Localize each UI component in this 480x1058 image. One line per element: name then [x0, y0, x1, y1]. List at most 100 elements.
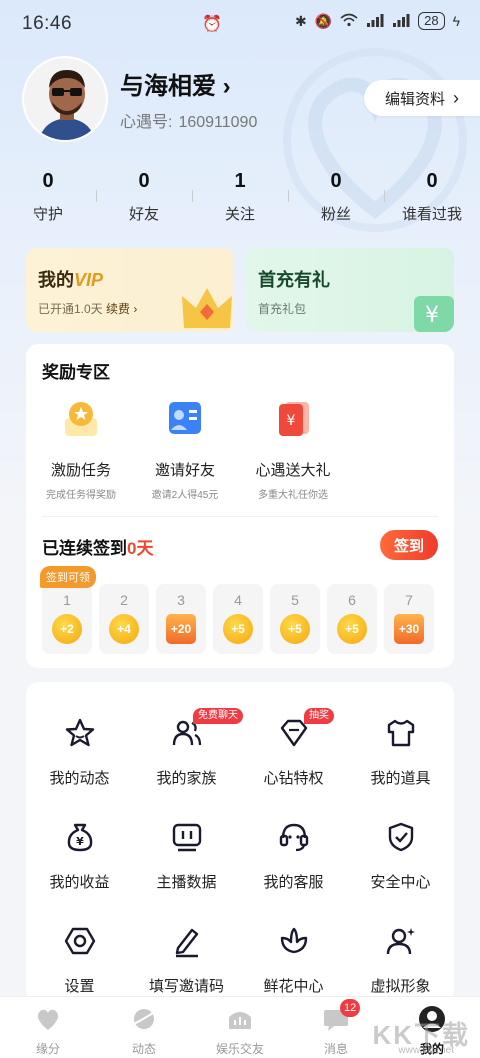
coin-icon: +5: [223, 614, 253, 644]
chevron-right-icon: ›: [453, 87, 459, 108]
menu-item-diamond-privilege[interactable]: 心钻特权 抽奖: [240, 708, 347, 788]
checkin-day[interactable]: 4 +5: [213, 584, 263, 654]
nav-item-fate[interactable]: 缘分: [0, 997, 96, 1058]
stat-value: 1: [234, 170, 246, 192]
stat-label: 好友: [128, 206, 159, 223]
stat-label: 粉丝: [320, 206, 351, 223]
nav-item-moments[interactable]: 动态: [96, 997, 192, 1058]
checkin-day[interactable]: 1 +2: [42, 584, 92, 654]
menu-item-my-earnings[interactable]: ¥ 我的收益: [26, 820, 133, 892]
checkin-button[interactable]: 签到: [380, 530, 438, 560]
battery-indicator: 28: [418, 12, 445, 30]
menu-label: 填写邀请码: [148, 978, 224, 995]
menu-item-flower-center[interactable]: 鲜花中心: [240, 924, 347, 996]
menu-item-customer-service[interactable]: 我的客服: [240, 820, 347, 892]
flower-icon: [280, 927, 307, 954]
gift-box-icon: +20: [166, 614, 196, 644]
checkin-day[interactable]: 7 +30: [384, 584, 434, 654]
reward-item-tasks[interactable]: 激励任务 完成任务得奖励: [26, 396, 136, 501]
checkin-title: 已连续签到0天: [42, 534, 153, 559]
reward-item-big-gift[interactable]: ¥ 心遇送大礼 多重大礼任你选: [238, 396, 348, 501]
nav-label: 消息: [323, 1042, 348, 1056]
menu-item-my-props[interactable]: 我的道具: [347, 716, 454, 788]
claim-tag: 签到可领: [40, 566, 96, 588]
menu-item-invite-code[interactable]: 填写邀请码: [133, 924, 240, 996]
stat-value: 0: [330, 170, 342, 192]
stat-guard[interactable]: 0 守护: [0, 170, 96, 224]
wifi-icon: [340, 13, 358, 30]
vip-renew-link[interactable]: 续费: [106, 302, 130, 316]
stat-value: 0: [138, 170, 150, 192]
reward-label: 激励任务: [50, 462, 111, 479]
avatar[interactable]: [22, 56, 108, 142]
menu-label: 安全中心: [370, 874, 431, 891]
site-watermark-url: www.kkx.net: [398, 1045, 454, 1056]
day-number: 7: [405, 592, 413, 608]
stat-label: 关注: [224, 206, 255, 223]
shirt-icon: [387, 719, 414, 747]
edit-profile-label: 编辑资料: [384, 90, 445, 108]
signal-icon: [366, 13, 384, 30]
vip-title: 我的VIP: [38, 266, 103, 292]
day-number: 2: [120, 592, 128, 608]
first-charge-subtitle: 首充礼包: [258, 302, 307, 316]
shield-icon: [388, 822, 413, 852]
edit-profile-button[interactable]: 编辑资料 ›: [364, 80, 480, 116]
stat-fans[interactable]: 0 粉丝: [288, 170, 384, 224]
day-number: 4: [234, 592, 242, 608]
stat-label: 谁看过我: [401, 206, 462, 223]
alarm-icon: ⏰: [202, 16, 222, 33]
reward-label: 心遇送大礼: [255, 462, 331, 479]
nav-item-messages[interactable]: 消息 12: [288, 997, 384, 1058]
stat-visitors[interactable]: 0 谁看过我: [384, 170, 480, 224]
star-icon: [65, 718, 94, 747]
lottery-badge: 抽奖: [304, 708, 334, 724]
signal-icon-2: [392, 13, 410, 30]
heart-icon: [38, 1009, 58, 1030]
divider: [42, 516, 438, 517]
checkin-title-prefix: 已连续签到: [42, 539, 127, 558]
charging-icon: ϟ: [452, 13, 460, 29]
crown-icon: [229, 1012, 251, 1029]
checkin-day[interactable]: 3 +20: [156, 584, 206, 654]
menu-item-my-posts[interactable]: 我的动态: [26, 716, 133, 788]
pen-icon: [175, 928, 198, 958]
status-time: 16:46: [22, 13, 73, 34]
profile-name[interactable]: 与海相爱 ›: [120, 66, 231, 101]
vip-card[interactable]: 我的VIP 已开通1.0天 续费 ›: [26, 248, 234, 332]
menu-item-my-family[interactable]: 我的家族 免费聊天: [133, 708, 243, 788]
headset-icon: [279, 823, 308, 852]
day-number: 1: [63, 592, 71, 608]
svg-text:¥: ¥: [287, 413, 296, 429]
menu-label: 鲜花中心: [263, 978, 324, 995]
stat-following[interactable]: 1 关注: [192, 170, 288, 224]
red-packet-icon: ¥: [279, 402, 309, 436]
reward-label: 邀请好友: [154, 462, 215, 479]
menu-label: 我的收益: [49, 874, 110, 891]
crown-icon: [182, 288, 232, 328]
menu-item-security-center[interactable]: 安全中心: [347, 820, 454, 892]
task-icon: [65, 402, 97, 436]
first-charge-card[interactable]: 首充有礼 首充礼包 ¥: [246, 248, 454, 332]
yuan-tag-icon: ¥: [414, 296, 454, 332]
day-number: 5: [291, 592, 299, 608]
status-indicators: ✱ 🔕 28 ϟ: [295, 12, 460, 30]
svg-text:¥: ¥: [425, 303, 439, 328]
stat-friends[interactable]: 0 好友: [96, 170, 192, 224]
checkin-day[interactable]: 5 +5: [270, 584, 320, 654]
vip-title-prefix: 我的: [38, 270, 74, 290]
nav-label: 动态: [131, 1042, 156, 1056]
reward-item-invite[interactable]: 邀请好友 邀请2人得45元: [130, 396, 240, 501]
checkin-day[interactable]: 6 +5: [327, 584, 377, 654]
vip-duration: 已开通1.0天: [38, 302, 103, 316]
checkin-day[interactable]: 2 +4: [99, 584, 149, 654]
menu-item-virtual-avatar[interactable]: 虚拟形象: [347, 924, 454, 996]
stat-divider: [384, 190, 385, 202]
menu-item-settings[interactable]: 设置: [26, 924, 133, 996]
nav-item-entertainment[interactable]: 娱乐交友: [192, 997, 288, 1058]
menu-item-anchor-data[interactable]: 主播数据: [133, 820, 240, 892]
free-chat-badge: 免费聊天: [193, 708, 243, 724]
coin-icon: +5: [337, 614, 367, 644]
stat-value: 0: [426, 170, 438, 192]
profile-id-label: 心遇号:: [120, 114, 173, 131]
